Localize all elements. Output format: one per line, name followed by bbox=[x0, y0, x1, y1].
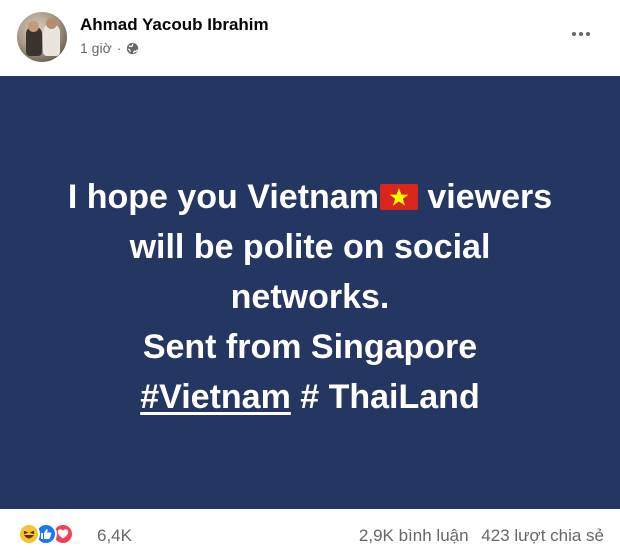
share-count[interactable]: 423 lượt chia sẻ bbox=[481, 526, 604, 545]
post-text-line-4: Sent from Singapore bbox=[142, 328, 478, 366]
more-dot bbox=[572, 32, 576, 36]
post-stats: 2,9K bình luận 423 lượt chia sẻ bbox=[359, 526, 604, 546]
author-name[interactable]: Ahmad Yacoub Ibrahim bbox=[80, 15, 269, 35]
avatar-head-left bbox=[28, 21, 39, 32]
hashtag-link[interactable]: #Vietnam bbox=[140, 378, 291, 416]
reaction-icons[interactable] bbox=[18, 523, 74, 545]
reaction-count[interactable]: 6,4K bbox=[97, 526, 132, 546]
post-meta: 1 giờ · bbox=[80, 40, 139, 56]
more-dot bbox=[579, 32, 583, 36]
globe-icon[interactable] bbox=[126, 42, 139, 55]
meta-separator: · bbox=[116, 40, 122, 56]
avatar-head-right bbox=[46, 18, 57, 29]
line1-prefix: I hope you Vietnam bbox=[67, 178, 379, 216]
author-avatar[interactable] bbox=[17, 12, 67, 62]
post-text-line-2: will be polite on social bbox=[129, 228, 491, 266]
line5-rest: # ThaiLand bbox=[290, 378, 480, 416]
haha-icon bbox=[18, 523, 40, 545]
post-text-line-5: #Vietnam # ThaiLand bbox=[0, 372, 620, 422]
post-text: I hope you Vietnam viewers will be polit… bbox=[0, 172, 620, 422]
more-options-icon[interactable] bbox=[565, 24, 597, 44]
post-footer: 6,4K 2,9K bình luận 423 lượt chia sẻ bbox=[0, 509, 620, 558]
line1-suffix: viewers bbox=[417, 178, 553, 216]
post-header: Ahmad Yacoub Ibrahim 1 giờ · bbox=[0, 0, 620, 76]
post-text-line-3: networks. bbox=[230, 278, 390, 316]
post-text-line-1: I hope you Vietnam viewers bbox=[0, 172, 620, 222]
comment-count[interactable]: 2,9K bình luận bbox=[359, 526, 469, 545]
post-timestamp[interactable]: 1 giờ bbox=[80, 40, 112, 56]
more-dot bbox=[586, 32, 590, 36]
post-text-card: I hope you Vietnam viewers will be polit… bbox=[0, 76, 620, 509]
vietnam-flag-icon bbox=[379, 184, 418, 210]
